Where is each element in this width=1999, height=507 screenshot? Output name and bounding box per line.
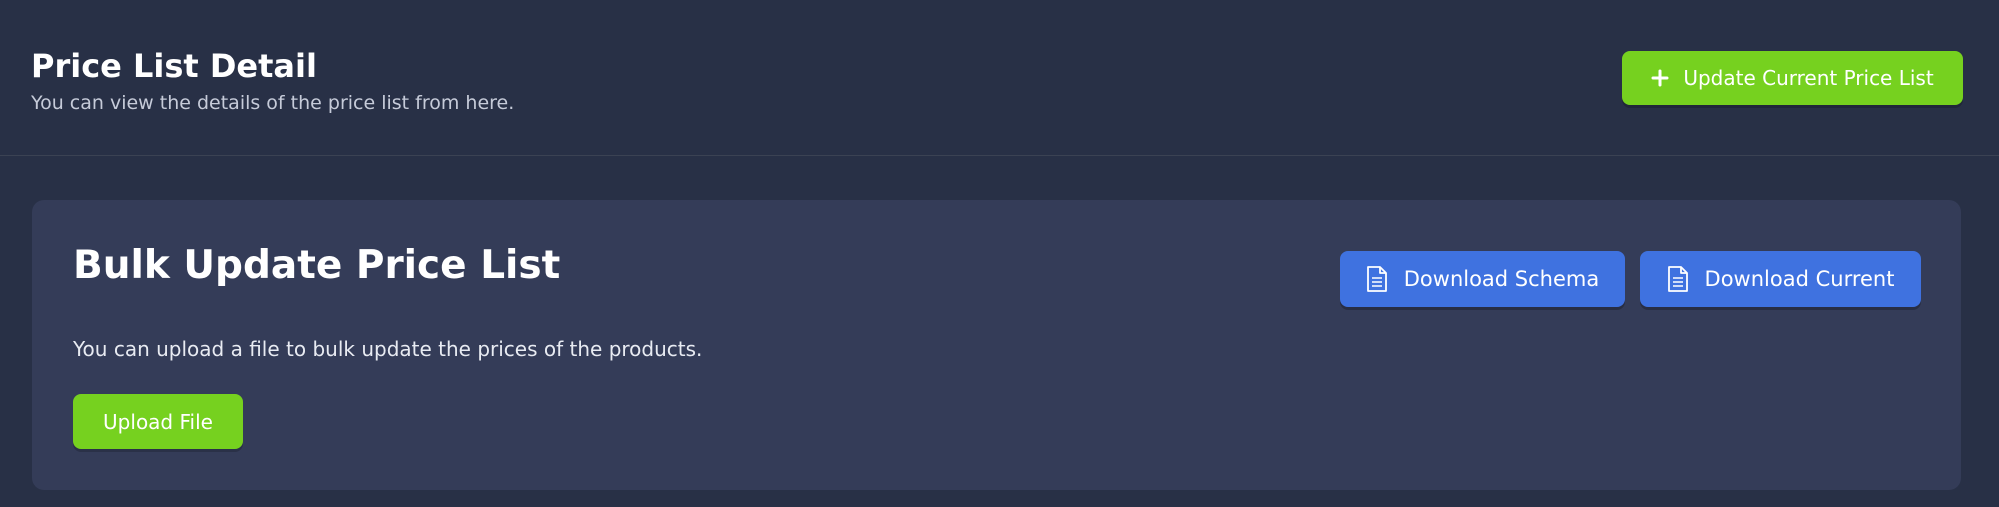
download-schema-button[interactable]: Download Schema [1340,251,1625,307]
plus-icon [1651,69,1669,87]
download-current-button[interactable]: Download Current [1640,251,1921,307]
document-icon [1667,265,1689,293]
page-subtitle: You can view the details of the price li… [31,92,515,114]
page-header: Price List Detail You can view the detai… [0,0,1999,156]
download-current-label: Download Current [1704,267,1895,291]
update-current-price-list-label: Update Current Price List [1683,66,1934,90]
document-icon [1366,265,1388,293]
card-title: Bulk Update Price List [73,243,561,288]
bulk-update-card: Bulk Update Price List Download Schema D… [32,200,1961,490]
page-title: Price List Detail [31,47,317,85]
upload-file-button[interactable]: Upload File [73,394,243,449]
card-description: You can upload a file to bulk update the… [73,337,703,361]
download-schema-label: Download Schema [1403,267,1600,291]
update-current-price-list-button[interactable]: Update Current Price List [1622,51,1963,105]
